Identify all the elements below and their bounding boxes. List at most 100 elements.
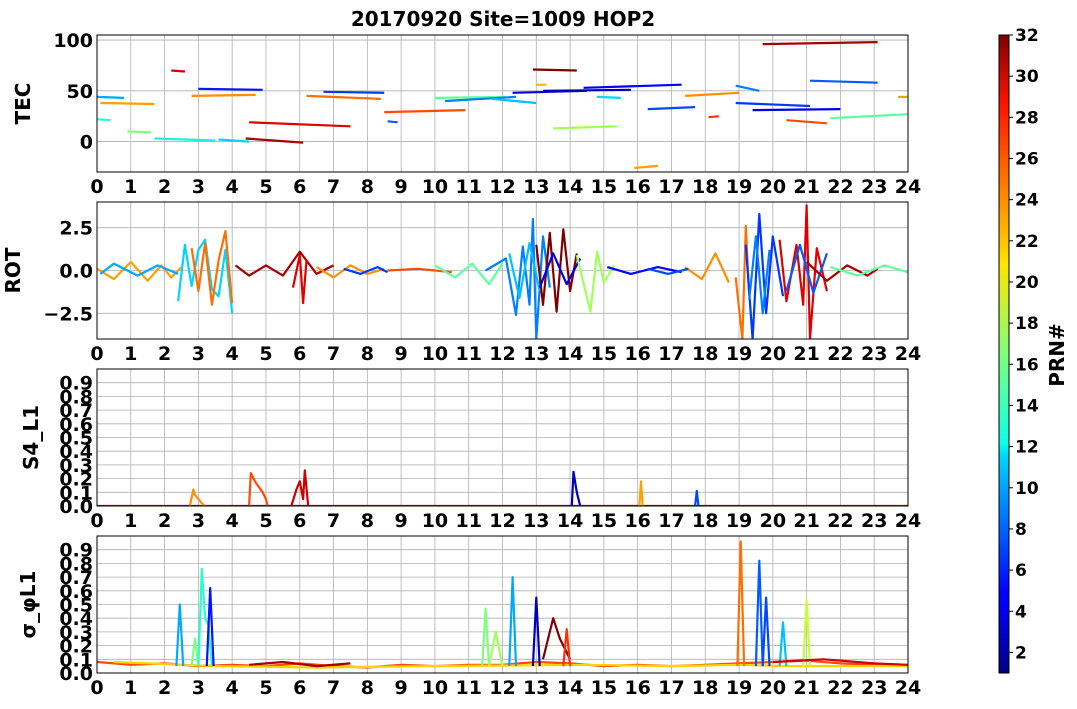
x-tick-label: 15 xyxy=(591,343,617,365)
y-tick-label: 100 xyxy=(53,30,93,52)
colorbar-tick-label: 26 xyxy=(1015,149,1039,169)
x-tick-label: 7 xyxy=(327,677,340,699)
x-tick-label: 23 xyxy=(861,176,887,198)
x-tick-label: 8 xyxy=(361,343,374,365)
figure: 20170920 Site=1009 HOP2 0 1 2 3 4 5 6 7 8 9 10 11 12… xyxy=(1,7,1069,699)
x-tick-label: 6 xyxy=(293,510,306,532)
x-tick-label: 4 xyxy=(226,677,239,699)
x-tick-label: 24 xyxy=(895,176,921,198)
x-tick-label: 11 xyxy=(455,677,481,699)
colorbar-tick-label: 22 xyxy=(1015,232,1039,252)
x-tick-label: 4 xyxy=(226,176,239,198)
colorbar-gradient xyxy=(998,34,1010,674)
series-line-prn-27 xyxy=(248,472,269,506)
x-tick-label: 18 xyxy=(692,677,718,699)
x-tick-label: 24 xyxy=(895,510,921,532)
x-tick-label: 1 xyxy=(124,176,137,198)
x-tick-label: 11 xyxy=(455,510,481,532)
x-tick-label: 2 xyxy=(158,510,171,532)
series-line-prn-18 xyxy=(190,637,200,667)
colorbar-tick-label: 10 xyxy=(1015,479,1039,499)
x-tick-label: 9 xyxy=(395,510,408,532)
x-tick-label: 4 xyxy=(226,343,239,365)
series-line-prn-28 xyxy=(562,628,572,667)
colorbar-label: PRN# xyxy=(1045,323,1069,387)
colorbar: 2468101214161820222426283032PRN# xyxy=(998,26,1069,674)
x-tick-label: 9 xyxy=(395,343,408,365)
x-tick-label: 11 xyxy=(455,343,481,365)
panel-1: 0 1 2 3 4 5 6 7 8 9 10 11 12 13 14 15 16 17 18 19 20 21 22 23 24… xyxy=(11,30,921,198)
chart-title: 20170920 Site=1009 HOP2 xyxy=(351,7,655,31)
series-line-prn-31 xyxy=(762,41,878,46)
x-tick-label: 4 xyxy=(226,510,239,532)
x-tick-label: 14 xyxy=(557,677,583,699)
x-tick-label: 3 xyxy=(192,343,205,365)
x-tick-label: 14 xyxy=(557,510,583,532)
series-line-prn-6 xyxy=(735,101,811,108)
panels: 0 1 2 3 4 5 6 7 8 9 10 11 12 13 14 15 16 17 18 19 20 21 22 23 24… xyxy=(1,30,921,699)
x-tick-label: 22 xyxy=(827,510,853,532)
colorbar-tick-label: 8 xyxy=(1015,520,1027,540)
x-tick-label: 20 xyxy=(760,510,786,532)
x-tick-label: 14 xyxy=(557,343,583,365)
x-tick-label: 0 xyxy=(90,176,103,198)
colorbar-tick-label: 14 xyxy=(1015,396,1039,416)
x-tick-label: 17 xyxy=(658,677,684,699)
x-tick-label: 11 xyxy=(455,176,481,198)
y-tick-label: 0.9 xyxy=(59,540,93,562)
series-line-prn-18 xyxy=(127,130,152,134)
series-line-prn-13 xyxy=(154,137,216,142)
series-line-prn-32 xyxy=(532,68,577,72)
x-tick-label: 21 xyxy=(793,677,819,699)
x-tick-label: 24 xyxy=(895,343,921,365)
x-tick-label: 20 xyxy=(760,677,786,699)
x-tick-label: 14 xyxy=(557,176,583,198)
series-line-prn-15 xyxy=(830,113,908,120)
series-line-prn-8 xyxy=(387,120,398,124)
series-line-prn-27 xyxy=(786,119,827,125)
x-tick-label: 22 xyxy=(827,343,853,365)
series-line-prn-27 xyxy=(384,109,466,114)
series-line-prn-17 xyxy=(553,125,618,130)
x-tick-label: 12 xyxy=(489,343,515,365)
x-tick-label: 17 xyxy=(658,343,684,365)
y-tick-label: 0.9 xyxy=(59,373,93,395)
x-tick-label: 3 xyxy=(192,510,205,532)
panel-2: 0 1 2 3 4 5 6 7 8 9 10 11 12 13 14 15 16 17 18 19 20 21 22 23 24… xyxy=(1,201,921,365)
series-line-prn-18 xyxy=(481,607,491,667)
x-tick-label: 7 xyxy=(327,176,340,198)
colorbar-tick-label: 12 xyxy=(1015,438,1039,458)
x-tick-label: 8 xyxy=(361,176,374,198)
x-tick-label: 10 xyxy=(422,677,448,699)
series-line-prn-10 xyxy=(97,95,125,99)
x-tick-label: 3 xyxy=(192,677,205,699)
x-tick-label: 21 xyxy=(793,343,819,365)
x-tick-label: 16 xyxy=(624,176,650,198)
series-line-prn-28 xyxy=(708,115,719,119)
x-tick-label: 5 xyxy=(259,343,272,365)
colorbar-tick-label: 18 xyxy=(1015,314,1039,334)
colorbar-tick-label: 24 xyxy=(1015,191,1039,211)
series-line-prn-25 xyxy=(191,93,256,97)
x-tick-label: 15 xyxy=(591,176,617,198)
x-tick-label: 23 xyxy=(861,677,887,699)
x-tick-label: 10 xyxy=(422,343,448,365)
series-line-prn-30 xyxy=(171,69,185,73)
x-tick-label: 23 xyxy=(861,343,887,365)
x-tick-label: 13 xyxy=(523,510,549,532)
y-tick-label: 0.0 xyxy=(59,261,93,283)
series-line-prn-6 xyxy=(323,90,385,94)
series-line-prn-8 xyxy=(809,79,878,84)
x-tick-label: 9 xyxy=(395,176,408,198)
x-tick-label: 17 xyxy=(658,510,684,532)
x-tick-label: 6 xyxy=(293,176,306,198)
series-line-prn-31 xyxy=(234,250,334,277)
x-tick-label: 2 xyxy=(158,176,171,198)
x-tick-label: 13 xyxy=(523,677,549,699)
series-line-prn-8 xyxy=(754,559,764,667)
x-tick-label: 22 xyxy=(827,677,853,699)
colorbar-tick-label: 32 xyxy=(1015,26,1039,46)
x-tick-label: 21 xyxy=(793,510,819,532)
series-line-prn-26 xyxy=(306,94,381,100)
y-axis-label: S4_L1 xyxy=(19,405,43,470)
